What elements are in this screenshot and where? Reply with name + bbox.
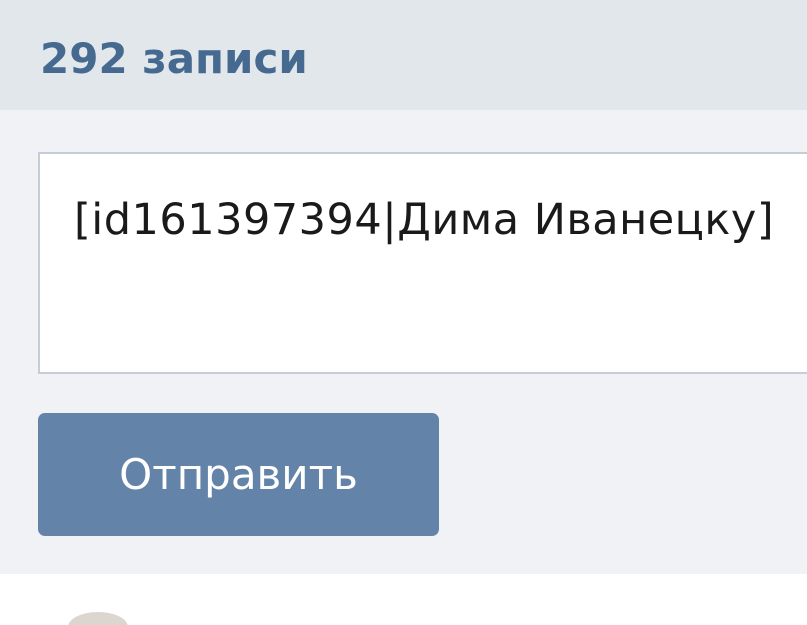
wall-header: 292 записи <box>0 0 807 110</box>
post-input-value: [id161397394|Дима Иванецку] <box>74 195 775 245</box>
next-post-avatar[interactable] <box>68 612 128 625</box>
post-text-input[interactable]: [id161397394|Дима Иванецку] <box>38 152 807 374</box>
wall-widget: 292 записи [id161397394|Дима Иванецку] О… <box>0 0 807 625</box>
send-button-label: Отправить <box>119 449 358 499</box>
post-count[interactable]: 292 записи <box>40 32 308 86</box>
send-button[interactable]: Отправить <box>38 413 439 536</box>
